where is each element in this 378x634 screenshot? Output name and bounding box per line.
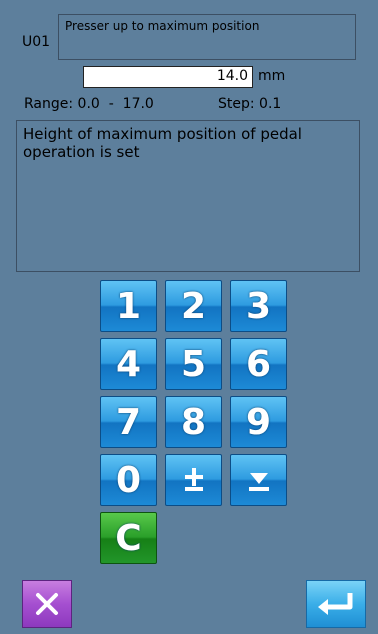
- plus-minus-button[interactable]: [165, 454, 222, 506]
- key-2[interactable]: 2: [165, 280, 222, 332]
- range-label: Range: 0.0 - 17.0: [24, 96, 154, 112]
- parameter-title: Presser up to maximum position: [58, 14, 356, 60]
- close-icon: [36, 593, 58, 615]
- cancel-button[interactable]: [22, 580, 72, 628]
- unit-label: mm: [258, 68, 286, 84]
- key-4[interactable]: 4: [100, 338, 157, 390]
- key-0[interactable]: 0: [100, 454, 157, 506]
- key-9[interactable]: 9: [230, 396, 287, 448]
- decimal-point-icon: [248, 473, 269, 491]
- key-3[interactable]: 3: [230, 280, 287, 332]
- clear-button[interactable]: C: [100, 512, 157, 564]
- key-5[interactable]: 5: [165, 338, 222, 390]
- value-input[interactable]: 14.0: [83, 66, 253, 88]
- key-1[interactable]: 1: [100, 280, 157, 332]
- parameter-code: U01: [22, 34, 51, 50]
- key-6[interactable]: 6: [230, 338, 287, 390]
- description-box: Height of maximum position of pedal oper…: [16, 120, 360, 272]
- key-7[interactable]: 7: [100, 396, 157, 448]
- key-8[interactable]: 8: [165, 396, 222, 448]
- enter-button[interactable]: [306, 580, 366, 628]
- plus-minus-icon: [184, 468, 203, 491]
- enter-return-icon: [318, 593, 353, 615]
- step-label: Step: 0.1: [218, 96, 282, 112]
- decimal-point-button[interactable]: [230, 454, 287, 506]
